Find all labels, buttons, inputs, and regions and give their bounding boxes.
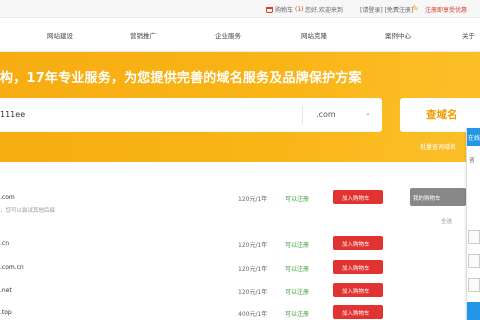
banner-slogan: 构，17年专业服务，为您提供完善的域名服务及品牌保护方案 bbox=[0, 71, 362, 86]
add-to-cart-label: 加入购物车 bbox=[342, 242, 370, 248]
result-status: 可以注册 bbox=[285, 311, 310, 318]
search-domain-button-label: 查域名 bbox=[426, 109, 458, 121]
hero-banner: 构，17年专业服务，为您提供完善的域名服务及品牌保护方案 111ee .com … bbox=[0, 52, 480, 162]
search-domain-button[interactable]: 查域名 bbox=[400, 98, 480, 132]
result-domain: .com.cn bbox=[0, 264, 24, 271]
batch-query-link[interactable]: 批量查询域名 bbox=[420, 142, 456, 151]
consult-field[interactable] bbox=[468, 254, 480, 268]
edit-icon: ✎ bbox=[412, 4, 419, 13]
add-to-cart-button[interactable]: 加入购物车 bbox=[333, 283, 383, 297]
consult-field[interactable] bbox=[468, 230, 480, 244]
domain-search-input[interactable]: 111ee bbox=[0, 110, 25, 119]
result-domain: .net bbox=[0, 287, 12, 294]
add-to-cart-label: 加入购物车 bbox=[342, 311, 370, 317]
add-to-cart-label: 加入购物车 bbox=[342, 196, 370, 202]
result-row: .top 400元/1年 可以注册 加入购物车 bbox=[0, 305, 390, 320]
suffix-select[interactable]: .com bbox=[316, 110, 336, 119]
main-nav: 网站建设 营销推广 企业服务 网站克隆 案例中心 关于 bbox=[0, 18, 480, 52]
result-price: 120元/1年 bbox=[238, 196, 268, 203]
nav-item-marketing[interactable]: 营销推广 bbox=[130, 30, 156, 40]
nav-item-website[interactable]: 网站建设 bbox=[47, 30, 73, 40]
result-status: 可以注册 bbox=[285, 196, 310, 203]
result-note: ，您可以尝试其他后缀 bbox=[0, 208, 56, 214]
login-register-link[interactable]: [请登录] [免费注册] bbox=[360, 5, 413, 14]
consult-panel-text: 咨 bbox=[469, 158, 475, 164]
result-row: .com ，您可以尝试其他后缀 120元/1年 可以注册 加入购物车 bbox=[0, 190, 390, 218]
domain-search-box[interactable]: 111ee .com ⌄ bbox=[0, 98, 382, 132]
chevron-down-icon[interactable]: ⌄ bbox=[365, 109, 371, 117]
add-to-cart-button[interactable]: 加入购物车 bbox=[333, 305, 383, 319]
add-to-cart-button[interactable]: 加入购物车 bbox=[333, 260, 383, 274]
cart-label: 购物车 bbox=[275, 7, 294, 14]
cart-icon bbox=[266, 6, 273, 13]
result-price: 120元/1年 bbox=[238, 266, 268, 273]
search-divider bbox=[302, 106, 303, 124]
top-bar: 购物车 (1) 您好,欢迎来到 [请登录] [免费注册] ✎ 注册即享受优惠 bbox=[0, 0, 480, 18]
select-all-link[interactable]: 全选 bbox=[441, 217, 452, 225]
add-to-cart-label: 加入购物车 bbox=[342, 289, 370, 295]
add-to-cart-label: 加入购物车 bbox=[342, 266, 370, 272]
results-list: .com ，您可以尝试其他后缀 120元/1年 可以注册 加入购物车 .cn 1… bbox=[0, 176, 390, 320]
welcome-text: 您好,欢迎来到 bbox=[305, 7, 343, 14]
my-cart-box[interactable]: 我的购物车 bbox=[410, 188, 466, 206]
cart-link[interactable]: 购物车 (1) bbox=[266, 5, 304, 14]
consult-field[interactable] bbox=[468, 278, 480, 292]
result-domain: .cn bbox=[0, 240, 10, 247]
result-status: 可以注册 bbox=[285, 289, 310, 296]
result-status: 可以注册 bbox=[285, 266, 310, 273]
consult-submit-button[interactable] bbox=[467, 302, 480, 320]
result-price: 400元/1年 bbox=[238, 311, 268, 318]
promo-link[interactable]: 注册即享受优惠 bbox=[425, 5, 467, 14]
cart-count: (1) bbox=[295, 6, 304, 13]
consult-panel-title: 在线 bbox=[468, 135, 480, 142]
consult-panel-header[interactable]: 在线 bbox=[467, 128, 480, 146]
nav-item-cases[interactable]: 案例中心 bbox=[385, 30, 411, 40]
my-cart-label: 我的购物车 bbox=[413, 196, 441, 202]
nav-item-enterprise[interactable]: 企业服务 bbox=[215, 30, 241, 40]
result-row: .cn 120元/1年 可以注册 加入购物车 bbox=[0, 236, 390, 264]
add-to-cart-button[interactable]: 加入购物车 bbox=[333, 236, 383, 250]
nav-item-clone[interactable]: 网站克隆 bbox=[301, 30, 327, 40]
nav-item-about[interactable]: 关于 bbox=[462, 30, 475, 40]
result-price: 120元/1年 bbox=[238, 289, 268, 296]
consult-float-panel: 在线 咨 bbox=[466, 128, 480, 320]
result-status: 可以注册 bbox=[285, 242, 310, 249]
result-price: 120元/1年 bbox=[238, 242, 268, 249]
add-to-cart-button[interactable]: 加入购物车 bbox=[333, 190, 383, 204]
result-domain: .top bbox=[0, 309, 12, 316]
result-domain: .com bbox=[0, 194, 15, 201]
